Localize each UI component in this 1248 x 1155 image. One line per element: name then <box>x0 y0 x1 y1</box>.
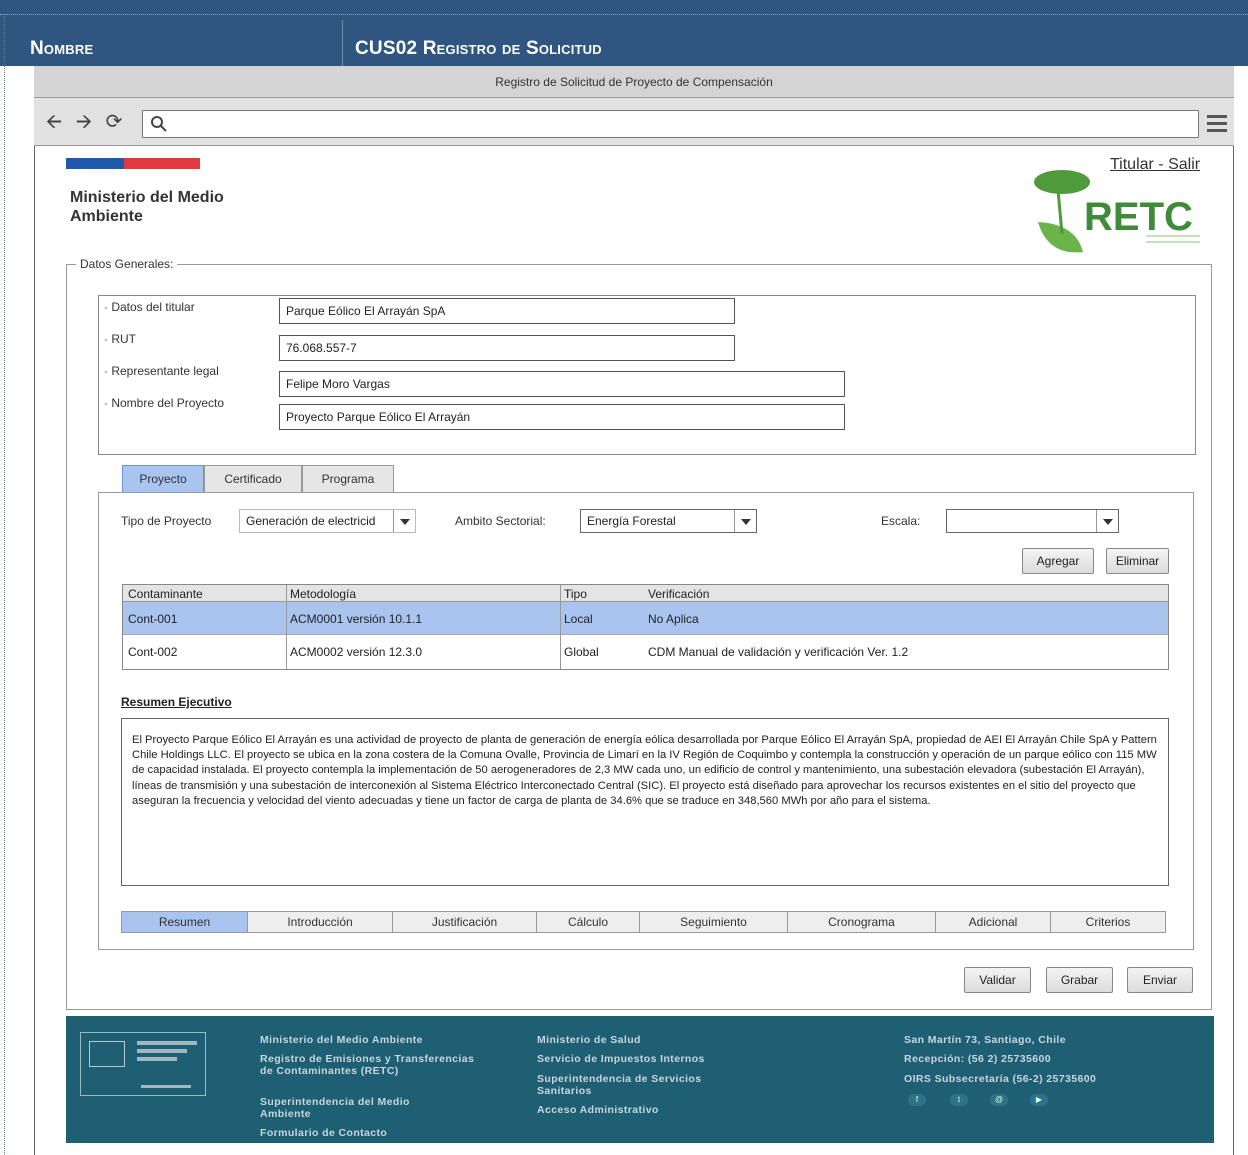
column-divider <box>560 585 561 669</box>
section-tab-calculo[interactable]: Cálculo <box>537 912 640 932</box>
column-header: Contaminante <box>128 587 203 601</box>
header-label: Nombre <box>30 38 94 59</box>
legal-rep-label: · Representante legal <box>104 364 219 378</box>
forward-arrow-icon[interactable]: 🡪 <box>74 112 94 132</box>
hamburger-menu-icon[interactable] <box>1207 115 1227 133</box>
table-row-selected[interactable] <box>123 602 1168 634</box>
ministry-name: Ministerio del Medio Ambiente <box>70 189 224 225</box>
scale-select[interactable] <box>946 509 1119 533</box>
general-data-legend: Datos Generales: <box>76 257 178 271</box>
flag-stripe-red <box>124 158 200 169</box>
dotted-line <box>0 14 1248 15</box>
project-name-field[interactable]: Proyecto Parque Eólico El Arrayán <box>279 404 845 430</box>
holder-field[interactable]: Parque Eólico El Arrayán SpA <box>279 298 735 324</box>
footer-link[interactable]: Superintendencia de Servicios Sanitarios <box>537 1073 757 1097</box>
table-cell: Cont-002 <box>128 645 178 659</box>
window-title: Registro de Solicitud de Proyecto de Com… <box>34 66 1234 98</box>
rut-field[interactable]: 76.068.557-7 <box>279 335 735 361</box>
holder-label: · Datos del titular <box>104 300 195 314</box>
section-tabs: Resumen Introducción Justificación Cálcu… <box>121 911 1166 933</box>
ministry-footer-logo <box>80 1032 206 1096</box>
footer-oirs: OIRS Subsecretaría (56-2) 25735600 <box>904 1073 1097 1085</box>
legal-rep-field[interactable]: Felipe Moro Vargas <box>279 371 845 397</box>
section-tab-cronograma[interactable]: Cronograma <box>788 912 936 932</box>
footer-link[interactable]: Superintendencia del Medio Ambiente <box>260 1096 460 1120</box>
row-divider <box>123 634 1168 635</box>
project-type-select[interactable]: Generación de electricid <box>239 509 416 533</box>
column-header: Metodología <box>290 587 357 601</box>
footer-link[interactable]: Ministerio del Medio Ambiente <box>260 1034 490 1046</box>
header-divider <box>342 20 343 66</box>
add-button[interactable]: Agregar <box>1022 548 1094 574</box>
section-tab-criterios[interactable]: Criterios <box>1051 912 1165 932</box>
header-value: CUS02 Registro de Solicitud <box>355 38 602 59</box>
project-name-label: · Nombre del Proyecto <box>104 396 225 410</box>
footer-address: San Martín 73, Santiago, Chile <box>904 1034 1066 1046</box>
table-cell: CDM Manual de validación y verificación … <box>648 645 909 659</box>
footer-link[interactable]: Registro de Emisiones y Transferencias d… <box>260 1053 490 1077</box>
footer-phone: Recepción: (56 2) 25735600 <box>904 1053 1051 1065</box>
section-tab-resumen[interactable]: Resumen <box>122 912 248 932</box>
footer-link[interactable]: Servicio de Impuestos Internos <box>537 1053 767 1065</box>
reload-icon[interactable]: ⟳ <box>104 112 124 132</box>
facebook-icon[interactable]: f <box>908 1094 926 1106</box>
email-icon[interactable]: @ <box>990 1094 1008 1106</box>
tab-proyecto[interactable]: Proyecto <box>122 465 204 493</box>
footer-link[interactable]: Ministerio de Salud <box>537 1034 767 1046</box>
column-divider <box>286 585 287 669</box>
table-header <box>123 585 1168 602</box>
back-arrow-icon[interactable]: 🡨 <box>44 112 64 132</box>
table-cell: Local <box>564 612 593 626</box>
sector-label: Ambito Sectorial: <box>455 514 546 528</box>
column-header: Tipo <box>564 587 587 601</box>
section-tab-seguimiento[interactable]: Seguimiento <box>640 912 788 932</box>
sector-value: Energía Forestal <box>587 514 676 528</box>
section-tab-adicional[interactable]: Adicional <box>936 912 1051 932</box>
document-header <box>0 0 1248 66</box>
sector-select[interactable]: Energía Forestal <box>580 509 757 533</box>
chevron-down-icon <box>734 510 756 532</box>
search-icon <box>151 116 167 132</box>
table-cell: No Aplica <box>648 612 699 626</box>
save-button[interactable]: Grabar <box>1046 967 1113 993</box>
footer-link[interactable]: Formulario de Contacto <box>260 1127 460 1139</box>
youtube-icon[interactable]: ▶ <box>1030 1094 1048 1106</box>
chevron-down-icon <box>393 510 415 532</box>
svg-text:RETC: RETC <box>1084 195 1193 239</box>
project-type-value: Generación de electricid <box>246 514 376 528</box>
left-border <box>4 14 5 1155</box>
executive-summary-title: Resumen Ejecutivo <box>121 695 232 709</box>
tab-certificado[interactable]: Certificado <box>204 465 302 493</box>
validate-button[interactable]: Validar <box>964 967 1031 993</box>
retc-logo: RETC <box>1028 164 1208 256</box>
table-cell: Cont-001 <box>128 612 178 626</box>
chevron-down-icon <box>1096 510 1118 532</box>
scale-label: Escala: <box>881 514 921 528</box>
table-cell: ACM0001 versión 10.1.1 <box>290 612 423 626</box>
send-button[interactable]: Enviar <box>1127 967 1193 993</box>
section-tab-justificacion[interactable]: Justificación <box>393 912 537 932</box>
twitter-icon[interactable]: t <box>950 1094 968 1106</box>
section-tab-introduccion[interactable]: Introducción <box>248 912 393 932</box>
flag-stripe-blue <box>66 158 124 169</box>
delete-button[interactable]: Eliminar <box>1106 548 1169 574</box>
table-cell: Global <box>564 645 599 659</box>
executive-summary-textarea[interactable]: El Proyecto Parque Eólico El Arrayán es … <box>121 718 1169 886</box>
column-header: Verificación <box>648 587 710 601</box>
rut-label: · RUT <box>104 332 136 346</box>
address-bar[interactable] <box>142 110 1199 138</box>
project-type-label: Tipo de Proyecto <box>121 514 212 528</box>
footer-link[interactable]: Acceso Administrativo <box>537 1104 757 1116</box>
table-cell: ACM0002 versión 12.3.0 <box>290 645 423 659</box>
tab-programa[interactable]: Programa <box>302 465 394 493</box>
